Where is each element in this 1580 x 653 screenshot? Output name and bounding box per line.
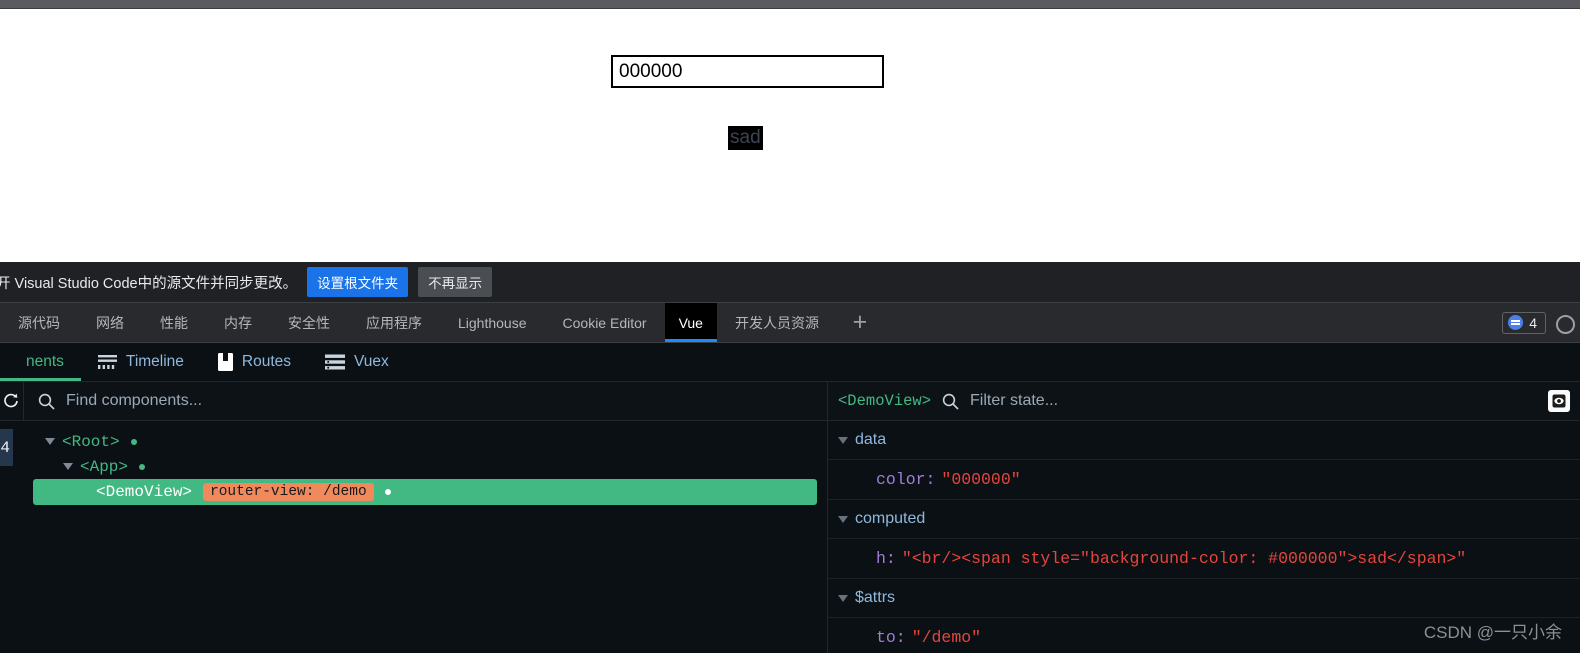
state-group-list: data color: "000000" computed h: "<br/><… <box>828 421 1580 653</box>
caret-down-icon[interactable] <box>63 463 73 470</box>
tab-network[interactable]: 网络 <box>78 303 142 342</box>
routes-icon <box>217 353 233 371</box>
tab-routes[interactable]: Routes <box>201 343 308 381</box>
message-count-badge[interactable]: 4 <box>1502 311 1546 334</box>
message-bubble-icon <box>1508 315 1524 330</box>
tree-row-label: <App> <box>80 457 129 476</box>
state-group-label: computed <box>855 510 926 527</box>
tab-cookie-editor[interactable]: Cookie Editor <box>545 303 665 342</box>
tab-routes-label: Routes <box>241 353 292 370</box>
color-input[interactable] <box>611 55 884 88</box>
tab-security[interactable]: 安全性 <box>270 303 348 342</box>
inspect-dom-icon[interactable] <box>1548 390 1570 412</box>
tab-components[interactable]: nents <box>0 343 81 381</box>
settings-gear-icon[interactable] <box>1554 312 1576 334</box>
component-count-chip: 4 <box>0 429 13 466</box>
timeline-icon <box>97 354 117 370</box>
tree-row-demoview[interactable]: <DemoView> router-view: /demo <box>33 479 817 505</box>
active-dot-icon <box>384 489 391 495</box>
caret-down-icon[interactable] <box>838 515 848 523</box>
state-group-data[interactable]: data <box>828 421 1580 460</box>
tab-application[interactable]: 应用程序 <box>348 303 440 342</box>
add-tab-button[interactable]: + <box>837 303 883 342</box>
state-value: "<br/><span style="background-color: #00… <box>901 549 1467 568</box>
refresh-icon[interactable] <box>0 382 24 420</box>
tab-vuex[interactable]: Vuex <box>308 343 406 381</box>
vue-panel-body: 4 <Root> <App> <De <box>0 382 1580 653</box>
search-icon <box>38 393 55 410</box>
state-group-computed[interactable]: computed <box>828 500 1580 539</box>
caret-down-icon[interactable] <box>838 436 848 444</box>
state-toolbar: <DemoView> <box>828 382 1580 421</box>
tab-developer-resources[interactable]: 开发人员资源 <box>717 303 837 342</box>
state-inspector-pane: <DemoView> Filter state... data color: "… <box>828 382 1580 653</box>
tab-sources[interactable]: 源代码 <box>0 303 78 342</box>
state-key: h: <box>876 549 896 568</box>
tree-row-label: <Root> <box>62 432 120 451</box>
tab-timeline[interactable]: Timeline <box>81 343 201 381</box>
devtools-tabbar: 源代码 网络 性能 内存 安全性 应用程序 Lighthouse Cookie … <box>0 303 1580 343</box>
state-value: "000000" <box>941 470 1021 489</box>
caret-down-icon[interactable] <box>45 438 55 445</box>
dont-show-again-button[interactable]: 不再显示 <box>418 267 493 297</box>
tab-components-label: nents <box>26 353 64 370</box>
inspected-component-name: <DemoView> <box>838 392 932 410</box>
vuex-icon <box>325 354 346 370</box>
state-group-label: $attrs <box>855 589 896 606</box>
tree-row-label: <DemoView> <box>96 483 193 501</box>
state-group-label: data <box>855 431 887 448</box>
state-key: color: <box>876 470 936 489</box>
browser-chrome-strip <box>0 0 1580 8</box>
component-tree-scroll[interactable]: 4 <Root> <App> <DemoView> router-view: /… <box>0 421 827 653</box>
tree-row-app[interactable]: <App> <box>0 454 827 479</box>
vue-subtab-bar: nents Timeline Routes Vuex <box>0 343 1580 382</box>
tree-toolbar <box>0 382 827 421</box>
rendered-sad-text: sad <box>728 126 763 150</box>
tab-memory[interactable]: 内存 <box>206 303 270 342</box>
search-icon <box>942 393 959 410</box>
state-key: to: <box>876 628 906 647</box>
devtools-window: 开 Visual Studio Code中的源文件并同步更改。 设置根文件夹 不… <box>0 262 1580 653</box>
component-tree-pane: 4 <Root> <App> <De <box>0 382 828 653</box>
tab-vue[interactable]: Vue <box>664 303 718 342</box>
notification-message: 开 Visual Studio Code中的源文件并同步更改。 <box>0 275 298 292</box>
find-components-cell <box>24 392 827 410</box>
tab-timeline-label: Timeline <box>125 353 184 370</box>
state-entry-to[interactable]: to: "/demo" <box>828 618 1580 653</box>
set-root-folder-button[interactable]: 设置根文件夹 <box>307 267 409 297</box>
page-viewport: sad <box>0 9 1580 262</box>
tab-performance[interactable]: 性能 <box>142 303 206 342</box>
filter-state-input[interactable] <box>970 392 1537 410</box>
find-components-input[interactable] <box>66 392 777 410</box>
tree-row-root[interactable]: <Root> <box>0 429 827 454</box>
devtools-tabbar-right: 4 <box>1502 303 1580 342</box>
active-dot-icon <box>139 463 146 470</box>
state-group-attrs[interactable]: $attrs <box>828 579 1580 618</box>
workspace-notification-bar: 开 Visual Studio Code中的源文件并同步更改。 设置根文件夹 不… <box>0 262 1580 303</box>
component-tree-rows: <Root> <App> <DemoView> router-view: /de… <box>0 421 827 505</box>
active-dot-icon <box>130 438 137 445</box>
state-entry-h[interactable]: h: "<br/><span style="background-color: … <box>828 539 1580 579</box>
state-entry-color[interactable]: color: "000000" <box>828 460 1580 500</box>
tab-vuex-label: Vuex <box>354 353 389 370</box>
tab-lighthouse[interactable]: Lighthouse <box>440 303 545 342</box>
state-value: "/demo" <box>911 628 982 647</box>
route-badge: router-view: /demo <box>203 483 374 501</box>
caret-down-icon[interactable] <box>838 594 848 602</box>
screen-root: sad 开 Visual Studio Code中的源文件并同步更改。 设置根文… <box>0 0 1580 653</box>
message-count: 4 <box>1529 314 1537 331</box>
